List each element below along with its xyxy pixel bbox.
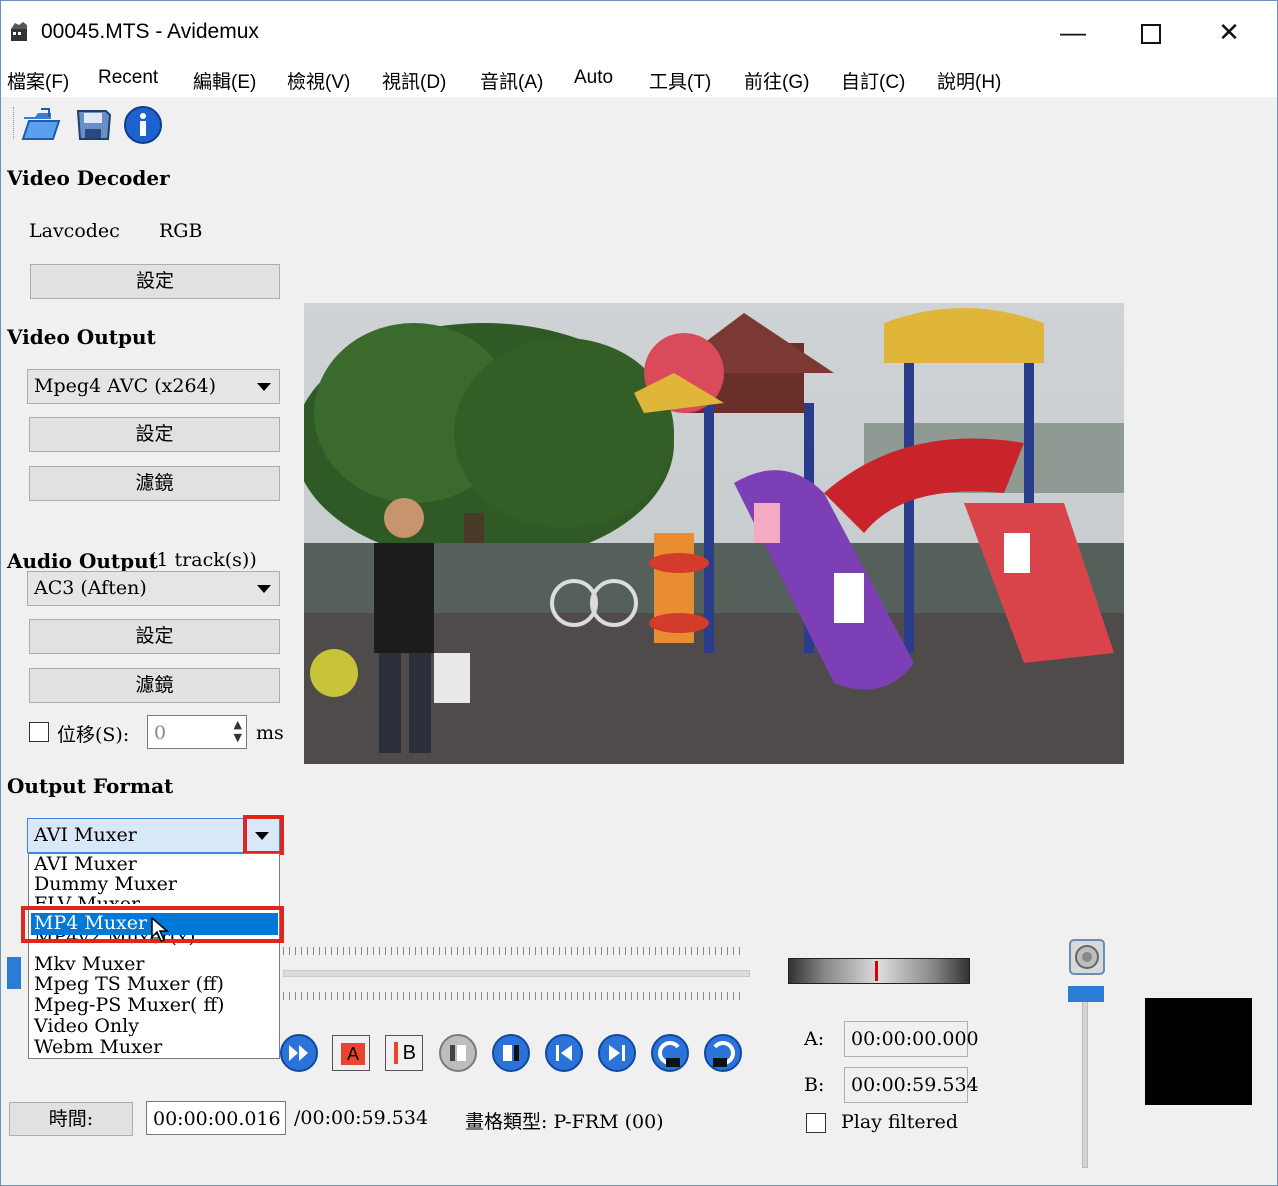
jog-shuttle[interactable] bbox=[788, 958, 970, 984]
close-button[interactable]: ✕ bbox=[1199, 9, 1259, 55]
marker-a-text: A: bbox=[804, 1028, 825, 1050]
prev-black-frame-icon[interactable] bbox=[438, 1033, 478, 1073]
menu-custom[interactable]: 自訂(C) bbox=[841, 67, 905, 94]
marker-b-bar bbox=[394, 1042, 398, 1064]
maximize-icon bbox=[1141, 24, 1161, 45]
frame-type: 畫格類型: P-FRM (00) bbox=[465, 1111, 664, 1133]
shift-label: 位移(S): bbox=[57, 724, 130, 746]
marker-b-label: B bbox=[402, 1042, 416, 1064]
total-time: /00:00:59.534 bbox=[294, 1107, 429, 1129]
menu-file[interactable]: 檔案(F) bbox=[7, 67, 69, 94]
app-window: 00045.MTS - Avidemux — ✕ 檔案(F) Recent 編輯… bbox=[0, 0, 1278, 1186]
video-preview bbox=[304, 303, 1124, 764]
open-folder-icon[interactable] bbox=[21, 105, 61, 145]
video-settings-button[interactable]: 設定 bbox=[29, 417, 280, 452]
volume-slider-track[interactable] bbox=[1082, 1001, 1088, 1168]
marker-a-time: 00:00:00.000 bbox=[844, 1021, 979, 1057]
menu-bar: 檔案(F) Recent 編輯(E) 檢視(V) 視訊(D) 音訊(A) Aut… bbox=[1, 63, 1277, 97]
back-60s-icon[interactable] bbox=[650, 1033, 690, 1073]
dropdown-arrow-highlight bbox=[243, 815, 284, 855]
histogram-preview bbox=[1145, 998, 1252, 1105]
forward-60s-icon[interactable] bbox=[703, 1033, 743, 1073]
shift-unit: ms bbox=[256, 722, 284, 744]
maximize-button[interactable] bbox=[1121, 9, 1181, 55]
chevron-down-icon bbox=[257, 585, 271, 593]
window-title: 00045.MTS - Avidemux bbox=[41, 20, 259, 43]
audio-settings-button[interactable]: 設定 bbox=[29, 619, 280, 654]
decoder-settings-button[interactable]: 設定 bbox=[30, 264, 280, 299]
volume-slider-handle[interactable] bbox=[1068, 986, 1104, 1002]
marker-a-label: A bbox=[341, 1043, 365, 1065]
fast-forward-icon[interactable] bbox=[279, 1033, 319, 1073]
audio-filters-button[interactable]: 濾鏡 bbox=[29, 668, 280, 703]
toolbar bbox=[1, 97, 1277, 151]
marker-b-time: 00:00:59.534 bbox=[844, 1067, 979, 1103]
jog-indicator bbox=[875, 961, 878, 981]
menu-tools[interactable]: 工具(T) bbox=[649, 67, 711, 94]
list-item[interactable]: Dummy Muxer bbox=[34, 874, 177, 894]
video-codec-select[interactable]: Mpeg4 AVC (x264) bbox=[27, 369, 280, 404]
time-button[interactable]: 時間: bbox=[9, 1102, 133, 1136]
video-decoder-heading: Video Decoder bbox=[7, 166, 170, 190]
mouse-cursor-icon bbox=[151, 917, 169, 942]
menu-edit[interactable]: 編輯(E) bbox=[193, 67, 256, 94]
menu-video[interactable]: 視訊(D) bbox=[382, 67, 446, 94]
audio-track-count: (1 track(s)) bbox=[149, 549, 257, 571]
first-frame-icon[interactable] bbox=[544, 1033, 584, 1073]
menu-audio[interactable]: 音訊(A) bbox=[480, 67, 543, 94]
last-frame-icon[interactable] bbox=[597, 1033, 637, 1073]
app-icon bbox=[11, 22, 27, 41]
list-item[interactable]: Mpeg-PS Muxer( ff) bbox=[34, 995, 224, 1015]
decoder-codec: Lavcodec bbox=[29, 220, 120, 242]
play-filtered-checkbox[interactable] bbox=[806, 1113, 826, 1133]
chevron-down-icon bbox=[257, 383, 271, 391]
audio-codec-value: AC3 (Aften) bbox=[34, 577, 147, 599]
toolbar-grip bbox=[13, 107, 17, 139]
video-output-heading: Video Output bbox=[7, 325, 156, 349]
info-icon[interactable] bbox=[123, 105, 163, 145]
decoder-colorspace: RGB bbox=[159, 220, 203, 242]
save-disk-icon[interactable] bbox=[73, 105, 113, 145]
play-filtered-label: Play filtered bbox=[841, 1111, 959, 1133]
timeline-ticks-bottom bbox=[283, 992, 743, 1000]
video-codec-value: Mpeg4 AVC (x264) bbox=[34, 375, 217, 397]
audio-output-heading: Audio Output bbox=[7, 549, 158, 573]
minimize-button[interactable]: — bbox=[1043, 9, 1103, 55]
next-black-frame-icon[interactable] bbox=[491, 1033, 531, 1073]
list-item[interactable]: Mkv Muxer bbox=[34, 954, 144, 974]
list-item[interactable]: Video Only bbox=[34, 1016, 139, 1036]
title-bar: 00045.MTS - Avidemux — ✕ bbox=[1, 1, 1277, 63]
set-marker-a-button[interactable]: A bbox=[332, 1035, 370, 1071]
list-item[interactable]: Webm Muxer bbox=[34, 1037, 162, 1057]
menu-recent[interactable]: Recent bbox=[98, 67, 158, 89]
spin-arrows-icon: ▲ ▼ bbox=[233, 718, 242, 744]
menu-help[interactable]: 說明(H) bbox=[937, 67, 1001, 94]
speaker-icon[interactable] bbox=[1069, 939, 1105, 975]
output-format-list[interactable]: AVI Muxer Dummy Muxer FLV Muxer MP4 Muxe… bbox=[28, 853, 280, 1059]
set-marker-b-button[interactable]: B bbox=[385, 1035, 423, 1071]
timeline-ticks-top bbox=[283, 947, 743, 955]
menu-auto[interactable]: Auto bbox=[574, 67, 613, 89]
menu-view[interactable]: 檢視(V) bbox=[287, 67, 350, 94]
timeline-handle[interactable] bbox=[7, 957, 21, 989]
shift-spinbox[interactable]: 0 ▲ ▼ bbox=[147, 715, 247, 749]
list-item[interactable]: AVI Muxer bbox=[34, 854, 137, 874]
timeline-track[interactable] bbox=[283, 970, 750, 977]
list-item[interactable]: FLV Muxer bbox=[34, 894, 140, 904]
video-filters-button[interactable]: 濾鏡 bbox=[29, 466, 280, 501]
current-time-input[interactable]: 00:00:00.016 bbox=[146, 1101, 286, 1135]
output-format-heading: Output Format bbox=[7, 774, 174, 798]
shift-checkbox[interactable] bbox=[29, 722, 49, 742]
list-item[interactable]: Mpeg TS Muxer (ff) bbox=[34, 974, 224, 994]
shift-value: 0 bbox=[154, 722, 167, 744]
marker-b-text: B: bbox=[804, 1074, 825, 1096]
audio-codec-select[interactable]: AC3 (Aften) bbox=[27, 571, 280, 606]
menu-go[interactable]: 前往(G) bbox=[744, 67, 809, 94]
output-format-value: AVI Muxer bbox=[34, 824, 137, 846]
